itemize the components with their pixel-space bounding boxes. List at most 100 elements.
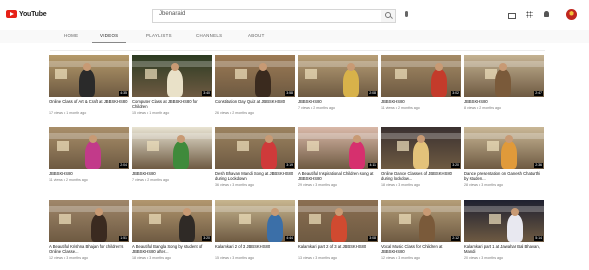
video-thumbnail[interactable]: 3:02 bbox=[381, 55, 461, 97]
search-input-value: Jbenaraid bbox=[159, 11, 186, 17]
video-duration: 3:58 bbox=[285, 91, 294, 96]
video-meta: 13 views • 3 months ago bbox=[298, 256, 338, 260]
video-title[interactable]: Constitution Day Quiz at JBBSKHS80 bbox=[215, 99, 295, 104]
video-meta: 28 views • 3 months ago bbox=[464, 183, 504, 187]
tab-about[interactable]: ABOUT bbox=[248, 33, 265, 38]
video-card[interactable]: 1:51 A Beautiful Krishna Bhajan for child… bbox=[49, 200, 129, 268]
thumbnail-scene-frame bbox=[237, 141, 249, 151]
tab-playlists[interactable]: PLAYLISTS bbox=[146, 33, 172, 38]
video-title[interactable]: Computer Class at JBBSKHS80 for Children bbox=[132, 99, 212, 109]
video-card[interactable]: 2:04 JBBSKHS80 11 views • 2 months ago bbox=[49, 127, 129, 195]
video-card[interactable]: 3:20 Online Dance Classes of JBBSKHS80 du… bbox=[381, 127, 461, 195]
thumbnail-scene-frame bbox=[59, 214, 71, 224]
thumbnail-scene-frame bbox=[147, 141, 159, 151]
search-input[interactable]: Jbenaraid bbox=[152, 9, 382, 23]
video-title[interactable]: JBBSKHS80 bbox=[132, 171, 212, 176]
video-card[interactable]: 2:08 JBBSKHS80 7 views • 2 months ago bbox=[298, 55, 378, 123]
thumbnail-person-head bbox=[265, 135, 273, 143]
video-card[interactable]: JBBSKHS80 7 views • 2 months ago bbox=[132, 127, 212, 195]
video-thumbnail[interactable]: 3:58 bbox=[215, 55, 295, 97]
apps-grid-icon[interactable] bbox=[526, 11, 533, 18]
video-title[interactable]: Kalamkari part 1 at Jawahar Bal Bhavan, … bbox=[464, 244, 544, 254]
video-thumbnail[interactable]: 4:11 bbox=[298, 127, 378, 169]
video-thumbnail[interactable]: 3:19 bbox=[215, 127, 295, 169]
thumbnail-scene-shelf bbox=[464, 133, 544, 139]
video-card[interactable]: 3:08 Kalamkari part 2 of 3 at JBBSKHS80 13… bbox=[298, 200, 378, 268]
video-card[interactable]: 2:47 JBBSKHS80 8 views • 2 months ago bbox=[464, 55, 544, 123]
create-video-icon[interactable] bbox=[508, 13, 516, 19]
video-title[interactable]: A Beautiful Inspirational Children song … bbox=[298, 171, 378, 181]
video-card[interactable]: 3:02 JBBSKHS80 11 views • 2 months ago bbox=[381, 55, 461, 123]
thumbnail-person-head bbox=[183, 208, 191, 216]
video-card[interactable]: 3:58 Constitution Day Quiz at JBBSKHS80 26… bbox=[215, 55, 295, 123]
video-card[interactable]: 2:12 Vocal Music Class for Children at JB… bbox=[381, 200, 461, 268]
video-thumbnail[interactable]: 4:44 bbox=[215, 200, 295, 242]
video-thumbnail[interactable]: 3:40 bbox=[132, 55, 212, 97]
video-card[interactable]: 5:14 Kalamkari part 1 at Jawahar Bal Bhav… bbox=[464, 200, 544, 268]
video-title[interactable]: Vocal Music Class for Children at JBBSKH… bbox=[381, 244, 461, 254]
thumbnail-person-head bbox=[259, 63, 267, 71]
video-title[interactable]: JBBSKHS80 bbox=[298, 99, 378, 104]
microphone-icon[interactable] bbox=[405, 11, 408, 17]
video-card[interactable]: 2:36 Dance presentation on Ganesh Chaturt… bbox=[464, 127, 544, 195]
video-title[interactable]: A Beautiful Bangla Song by student of JB… bbox=[132, 244, 212, 254]
video-thumbnail[interactable]: 1:51 bbox=[49, 200, 129, 242]
thumbnail-person bbox=[431, 69, 447, 97]
video-meta: 36 views • 3 months ago bbox=[215, 183, 255, 187]
thumbnail-scene-shelf bbox=[298, 61, 378, 67]
tab-channels[interactable]: CHANNELS bbox=[196, 33, 222, 38]
thumbnail-scene-shelf bbox=[381, 206, 461, 212]
video-title[interactable]: Online Dance Classes of JBBSKHS80 during… bbox=[381, 171, 461, 181]
video-card[interactable]: 3:40 Computer Class at JBBSKHS80 for Chil… bbox=[132, 55, 212, 123]
video-card[interactable]: 4:11 A Beautiful Inspirational Children s… bbox=[298, 127, 378, 195]
thumbnail-person bbox=[179, 214, 195, 242]
video-meta: 20 views • 3 months ago bbox=[464, 256, 504, 260]
video-thumbnail[interactable]: 4:35 bbox=[49, 55, 129, 97]
thumbnail-person-head bbox=[435, 63, 443, 71]
video-meta: 26 views • 2 months ago bbox=[215, 111, 255, 115]
video-meta: 18 views • 3 months ago bbox=[132, 256, 172, 260]
video-card[interactable]: 4:44 Kalamkari 2 of 3 JBBSKHS80 15 views •… bbox=[215, 200, 295, 268]
thumbnail-person-head bbox=[177, 135, 185, 143]
thumbnail-scene-shelf bbox=[464, 206, 544, 212]
video-card[interactable]: 3:19 Desh Bhavan Mandi Song at JBBSKHS80 … bbox=[215, 127, 295, 195]
video-meta: 7 views • 2 months ago bbox=[132, 178, 170, 182]
tab-videos[interactable]: VIDEOS bbox=[100, 33, 118, 38]
thumbnail-scene-shelf bbox=[132, 206, 212, 212]
video-title[interactable]: Kalamkari 2 of 3 JBBSKHS80 bbox=[215, 244, 295, 249]
video-title[interactable]: Desh Bhavan Mandi Song at JBBSKHS80 duri… bbox=[215, 171, 295, 181]
video-thumbnail[interactable]: 2:36 bbox=[464, 127, 544, 169]
video-title[interactable]: A Beautiful Krishna Bhajan for children'… bbox=[49, 244, 129, 254]
thumbnail-person bbox=[413, 141, 429, 169]
thumbnail-scene-frame bbox=[235, 69, 247, 79]
video-title[interactable]: Kalamkari part 2 of 3 at JBBSKHS80 bbox=[298, 244, 378, 249]
video-title[interactable]: JBBSKHS80 bbox=[464, 99, 544, 104]
search-icon[interactable] bbox=[381, 9, 396, 23]
thumbnail-person-head bbox=[499, 63, 507, 71]
video-thumbnail[interactable]: 2:12 bbox=[381, 200, 461, 242]
video-card[interactable]: 3:20 A Beautiful Bangla Song by student o… bbox=[132, 200, 212, 268]
avatar[interactable] bbox=[566, 9, 577, 20]
video-meta: 11 views • 2 months ago bbox=[381, 106, 420, 110]
youtube-logo[interactable]: YouTube bbox=[6, 10, 47, 18]
video-thumbnail[interactable]: 2:47 bbox=[464, 55, 544, 97]
video-thumbnail[interactable]: 2:08 bbox=[298, 55, 378, 97]
thumbnail-person-head bbox=[423, 208, 431, 216]
notifications-bell-icon[interactable] bbox=[544, 11, 549, 17]
video-thumbnail[interactable]: 3:20 bbox=[132, 200, 212, 242]
video-title[interactable]: Dance presentation on Ganesh Chaturthi b… bbox=[464, 171, 544, 181]
video-thumbnail[interactable]: 3:20 bbox=[381, 127, 461, 169]
tab-home[interactable]: HOME bbox=[64, 33, 78, 38]
video-title[interactable]: JBBSKHS80 bbox=[381, 99, 461, 104]
video-card[interactable]: 4:35 Online Class of Art & Craft at JBBSK… bbox=[49, 55, 129, 123]
thumbnail-scene-frame bbox=[145, 69, 157, 79]
thumbnail-scene-frame bbox=[309, 214, 321, 224]
video-duration: 3:19 bbox=[285, 163, 294, 168]
video-title[interactable]: JBBSKHS80 bbox=[49, 171, 129, 176]
video-thumbnail[interactable]: 2:04 bbox=[49, 127, 129, 169]
thumbnail-scene-frame bbox=[149, 214, 161, 224]
video-title[interactable]: Online Class of Art & Craft at JBBSKHS80 bbox=[49, 99, 129, 104]
video-thumbnail[interactable]: 3:08 bbox=[298, 200, 378, 242]
video-thumbnail[interactable] bbox=[132, 127, 212, 169]
video-thumbnail[interactable]: 5:14 bbox=[464, 200, 544, 242]
